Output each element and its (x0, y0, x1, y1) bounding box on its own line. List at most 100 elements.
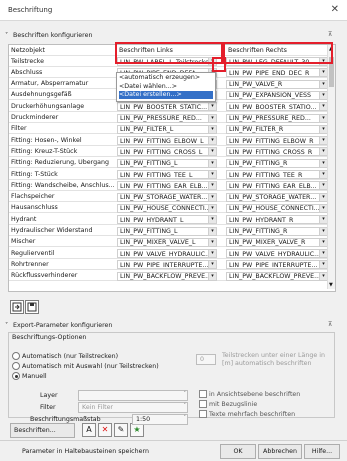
chevron-down-icon[interactable]: ▾ (319, 227, 327, 235)
right-label-select[interactable]: LIN_PW_FITTING_TEE_R ▾ (226, 170, 328, 179)
left-label-select[interactable]: LIN_PW_BACKFLOW_PREVE... ▾ (117, 271, 217, 281)
table-row[interactable]: Rohrtrenner LIN_PW_PIPE_INTERRUPTE... ▾ LIN… (9, 259, 328, 270)
right-label-select[interactable]: LIN_PW_PRESSURE_RED... ▾ (226, 113, 328, 123)
right-label-select[interactable]: LIN_PW_FITTING_R ▾ (226, 158, 328, 168)
dropdown-option-auto[interactable]: <automatisch erzeugen> (119, 74, 213, 82)
left-label-select[interactable]: LIN_PW_FITTING_TEE_L ▾ (117, 170, 217, 179)
chevron-down-icon[interactable]: ▾ (208, 238, 216, 246)
radio-dot[interactable] (12, 352, 20, 360)
check-in-view-plane[interactable]: in Ansichtsebene beschriften (199, 390, 300, 398)
pin-icon[interactable]: ⊼ (328, 31, 332, 38)
left-label-select[interactable]: LIN_PW_PIPE_INTERRUPTE... ▾ (117, 260, 217, 270)
check-reference-line[interactable]: mit Bezugslinie (199, 400, 257, 408)
left-label-select[interactable]: LIN_PW_BOOSTER_STATIC... ▾ (117, 102, 217, 112)
left-label-select[interactable]: LIN_PW_HOUSE_CONNECTI... ▾ (117, 203, 217, 213)
table-row[interactable]: Hydrant LIN_PW_HYDRANT_L ▾ LIN_PW_HYDRANT_R… (9, 214, 328, 225)
right-label-select[interactable]: LIN_PW_PIPE_END_DEC_R ▾ (226, 68, 328, 78)
right-label-select[interactable]: LIN_PW_VALVE_HYDRAULIC... ▾ (226, 249, 328, 259)
table-row[interactable]: Fitting: Kreuz-T-Stück LIN_PW_FITTING_CRO… (9, 146, 328, 157)
chevron-down-icon[interactable]: ▾ (319, 193, 327, 201)
table-row[interactable]: Fitting: Hosen-, Winkel LIN_PW_FITTING_EL… (9, 135, 328, 146)
chevron-down-icon[interactable]: ▾ (208, 261, 216, 269)
ok-button[interactable]: OK (220, 444, 256, 459)
dropdown-option-create-file[interactable]: <Datei erstellen...> (119, 91, 213, 99)
import-icon[interactable] (10, 300, 24, 314)
scroll-down-icon[interactable]: ▼ (329, 282, 333, 288)
right-label-select[interactable]: LIN_PW_BOOSTER_STATIO... ▾ (226, 102, 328, 112)
chevron-down-icon[interactable]: ▾ (319, 91, 327, 99)
chevron-down-icon[interactable]: ▾ (208, 216, 216, 224)
label-button[interactable]: Beschriften... (10, 423, 75, 438)
right-label-select[interactable]: LIN_PW_HYDRANT_R ▾ (226, 215, 328, 225)
edit-label-icon[interactable]: ✎ (114, 423, 128, 437)
table-row[interactable]: Rückflussverhinderer LIN_PW_BACKFLOW_PREV… (9, 271, 328, 282)
right-label-select[interactable]: LIN_PW_PIPE_INTERRUPTE... ▾ (226, 260, 328, 270)
table-row[interactable]: Hausanschluss LIN_PW_HOUSE_CONNECTI... ▾ LI… (9, 203, 328, 214)
radio-manual[interactable]: Manuell (12, 372, 47, 381)
table-row[interactable]: Filter LIN_PW_FILTER_L ▾ LIN_PW_FILTER_R ▾ (9, 124, 328, 135)
chevron-down-icon[interactable]: ▾ (319, 250, 327, 258)
update-label-icon[interactable]: ★ (130, 423, 144, 437)
chevron-down-icon[interactable]: ▾ (319, 69, 327, 77)
right-label-select[interactable]: LIN_PW_FITTING_EAR_ELB... ▾ (226, 181, 328, 191)
chevron-down-icon[interactable]: ▾ (208, 250, 216, 258)
check-multiple-labels[interactable]: Texte mehrfach beschriften (199, 410, 295, 418)
scroll-up-icon[interactable]: ▲ (329, 46, 333, 52)
chevron-down-icon[interactable]: ▾ (208, 148, 216, 156)
chevron-down-icon[interactable]: ▾ (208, 137, 216, 145)
save-icon[interactable] (25, 300, 39, 314)
dropdown-option-choose-file[interactable]: <Datei wählen...> (119, 83, 213, 91)
right-label-select[interactable]: LIN_PW_STORAGE_WATER... ▾ (226, 192, 328, 202)
right-label-select[interactable]: LIN_PW_VALVE_R ▾ (226, 79, 328, 89)
chevron-down-icon[interactable]: ▾ (319, 159, 327, 167)
left-label-select[interactable]: LIN_PW_VALVE_HYDRAULIC... ▾ (117, 249, 217, 259)
chevron-down-icon[interactable]: ▾ (319, 58, 327, 65)
chevron-down-icon[interactable]: ▾ (208, 193, 216, 201)
table-row[interactable]: Flachspeicher LIN_PW_STORAGE_WATER... ▾ LIN… (9, 192, 328, 203)
checkbox[interactable] (199, 390, 207, 398)
close-icon[interactable]: ✕ (331, 4, 339, 15)
table-row[interactable]: Fitting: T-Stück LIN_PW_FITTING_TEE_L ▾ LIN… (9, 169, 328, 180)
table-row[interactable]: Druckminderer LIN_PW_PRESSURE_RED... ▾ LIN_… (9, 113, 328, 123)
left-label-select[interactable]: LIN_PW_STORAGE_WATER... ▾ (117, 192, 217, 202)
left-label-select[interactable]: LIN_PW_FITTING_L ▾ (117, 158, 217, 168)
label-file-dropdown[interactable]: <automatisch erzeugen> <Datei wählen...>… (116, 72, 216, 102)
scroll-thumb[interactable] (329, 57, 334, 87)
left-label-select[interactable]: LIN_PW_FITTING_ELBOW_L ▾ (117, 136, 217, 146)
help-button[interactable]: Hilfe... (304, 444, 340, 459)
right-label-select[interactable]: LIN_PW_EXPANSION_VESS ▾ (226, 90, 328, 100)
left-label-select[interactable]: LIN_PW_FITTING_L ▾ (117, 226, 217, 236)
right-label-select[interactable]: LIN_PW_FITTING_CROSS_R ▾ (226, 147, 328, 157)
left-label-select[interactable]: LIN_PW_LABEL_L_Teilstrecke ▾ (117, 57, 217, 66)
column-header-left[interactable]: Beschriften Links (119, 47, 173, 54)
chevron-down-icon[interactable]: ▾ (319, 125, 327, 133)
chevron-down-icon[interactable]: ▾ (319, 238, 327, 246)
chevron-down-icon[interactable]: ▾ (319, 171, 327, 178)
chevron-down-icon[interactable]: ▾ (319, 114, 327, 122)
chevron-down-icon[interactable]: ▾ (208, 159, 216, 167)
layer-select[interactable]: ˅ (78, 390, 188, 401)
checkbox[interactable] (199, 410, 207, 418)
section-header-export[interactable]: ˅ Export-Parameter konfigurieren (5, 322, 112, 332)
left-label-select[interactable]: LIN_PW_FILTER_L ▾ (117, 124, 217, 134)
right-label-select[interactable]: LIN_PW_FITTING_R ▾ (226, 226, 328, 236)
right-label-select[interactable]: LIN_PW_LEG_DEFAULT_30... ▾ (226, 57, 328, 66)
section-header-config[interactable]: ˅ Beschriften konfigurieren (5, 32, 92, 42)
right-label-select[interactable]: LIN_PW_FILTER_R ▾ (226, 124, 328, 134)
chevron-down-icon[interactable]: ▾ (319, 216, 327, 224)
chevron-down-icon[interactable]: ▾ (319, 148, 327, 156)
chevron-down-icon[interactable]: ▾ (208, 171, 216, 178)
table-row[interactable]: Teilstrecke LIN_PW_LABEL_L_Teilstrecke ▾ LI… (9, 56, 328, 67)
length-spinbox[interactable]: 0 (196, 354, 216, 365)
radio-auto-select[interactable]: Automatisch mit Auswahl (nur Teilstrecke… (12, 362, 159, 371)
left-label-select[interactable]: LIN_PW_PRESSURE_RED... ▾ (117, 113, 217, 123)
chevron-down-icon[interactable]: ▾ (319, 103, 327, 111)
collapse-arrow-icon[interactable]: ˅ (5, 32, 13, 39)
chevron-down-icon[interactable]: ▾ (208, 125, 216, 133)
chevron-down-icon[interactable]: ▾ (208, 114, 216, 122)
right-label-select[interactable]: LIN_PW_MIXER_VALVE_R ▾ (226, 237, 328, 247)
chevron-down-icon[interactable]: ▾ (319, 80, 327, 88)
cancel-button[interactable]: Abbrechen (258, 444, 302, 459)
right-label-select[interactable]: LIN_PW_BACKFLOW_PREVE... ▾ (226, 271, 328, 281)
chevron-down-icon[interactable]: ▾ (319, 204, 327, 212)
